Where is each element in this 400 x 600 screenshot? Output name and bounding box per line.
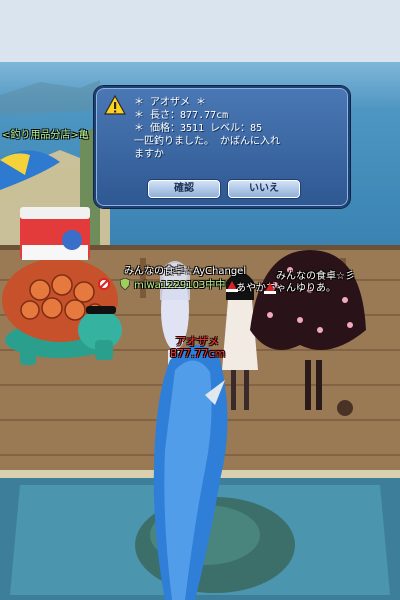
cancel-button[interactable]: いいえ (228, 180, 300, 198)
catch-confirm-dialog: ＊ アオザメ ＊ ＊ 長さ：877.77cm ＊ 価格：3511 レベル：85 … (94, 86, 350, 208)
dialog-line: ＊ アオザメ ＊ (134, 97, 207, 108)
dialog-line: ＊ 価格：3511 レベル：85 (134, 123, 263, 134)
warning-icon (104, 95, 126, 115)
santa-hat-icon (226, 281, 238, 292)
game-scene[interactable]: <釣り用品分店>亀 みんなの食卓☆AyChangel miwa1229103中中… (0, 0, 400, 600)
dialog-line: ＊ 長さ：877.77cm (134, 110, 229, 121)
dialog-line: ますか (134, 149, 164, 160)
santa-hat-icon (264, 283, 276, 294)
no-entry-icon (98, 278, 110, 290)
catch-length: 877.77cm (170, 347, 226, 360)
dialog-message: ＊ アオザメ ＊ ＊ 長さ：877.77cm ＊ 価格：3511 レベル：85 … (134, 96, 342, 161)
shop-sign[interactable]: <釣り用品分店>亀 (2, 126, 89, 141)
dialog-line: 一匹釣りました。 かばんに入れ (134, 136, 281, 147)
shield-icon (120, 278, 130, 290)
confirm-button[interactable]: 確認 (148, 180, 220, 198)
player-name-right[interactable]: あやかちゃんゆりあ。 (236, 279, 336, 294)
guild-tag-left: みんなの食卓☆AyChangel (124, 266, 247, 277)
player-name-left[interactable]: miwa1229103中中 (134, 276, 225, 291)
